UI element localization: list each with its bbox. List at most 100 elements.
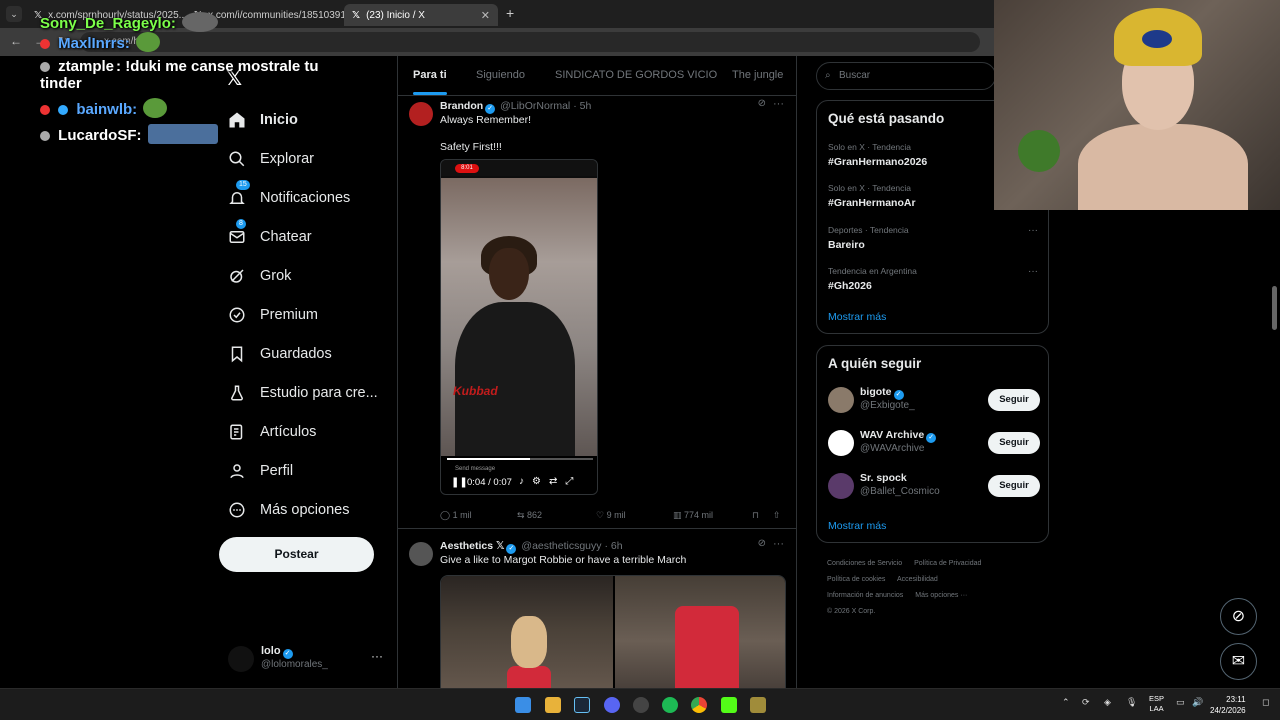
tweet-time[interactable]: · 5h xyxy=(573,100,591,112)
sidebar-item-notificaciones[interactable]: 15 Notificaciones xyxy=(224,178,394,217)
kick-icon[interactable] xyxy=(721,697,737,713)
sidebar-item-estudio[interactable]: Estudio para cre... xyxy=(224,373,394,412)
back-icon[interactable]: ← xyxy=(10,34,22,48)
follow-suggestion[interactable]: Sr. spock @Ballet_Cosmico Seguir xyxy=(828,472,1040,502)
chrome-icon[interactable] xyxy=(691,697,707,713)
footer-link[interactable]: Información de anuncios xyxy=(827,592,903,599)
tweet[interactable]: Brandon ✓ @LibOrNormal · 5h ⊘ ··· Always … xyxy=(398,98,796,528)
tweet-photo[interactable] xyxy=(441,576,613,688)
sidebar-item-guardados[interactable]: Guardados xyxy=(224,334,394,373)
tab-para-ti[interactable]: Para ti xyxy=(413,69,447,95)
timeline: Para ti Siguiendo SINDICATO DE GORDOS VI… xyxy=(397,56,797,688)
profile-more-icon[interactable]: ··· xyxy=(371,649,383,663)
chat-icon xyxy=(226,226,248,248)
tab-siguiendo[interactable]: Siguiendo xyxy=(476,69,525,81)
app-icon[interactable] xyxy=(633,697,649,713)
avatar[interactable] xyxy=(409,542,433,566)
post-button[interactable]: Postear xyxy=(219,537,374,572)
tweet-handle[interactable]: @LibOrNormal xyxy=(500,100,570,112)
follow-button[interactable]: Seguir xyxy=(988,475,1040,497)
discord-icon[interactable] xyxy=(604,697,620,713)
windows-start-icon[interactable] xyxy=(515,697,531,713)
grok-fab-button[interactable]: ⊘ xyxy=(1220,598,1257,635)
follow-suggestion[interactable]: WAV Archive ✓ @WAVArchive Seguir xyxy=(828,429,1040,459)
profile-handle: @lolomorales_ xyxy=(261,659,328,670)
close-tab-icon[interactable]: ✕ xyxy=(481,9,490,22)
video-player[interactable]: 8:01 Kubbad Send message ❚❚ 0:04 / 0:07 … xyxy=(440,159,598,495)
send-message-label: Send message xyxy=(455,466,496,472)
sidebar-item-premium[interactable]: Premium xyxy=(224,295,394,334)
repost-button[interactable]: ⇆ 862 xyxy=(517,510,542,521)
tray-app-icon[interactable]: ⟳ xyxy=(1082,697,1090,708)
system-clock[interactable]: 23:11 24/2/2026 xyxy=(1210,694,1246,716)
spotify-icon[interactable] xyxy=(662,697,678,713)
sidebar-item-perfil[interactable]: Perfil xyxy=(224,451,394,490)
app-icon[interactable] xyxy=(750,697,766,713)
microphone-icon[interactable]: 🎙 xyxy=(1126,697,1137,708)
tray-app-icon[interactable]: ◈ xyxy=(1104,697,1111,708)
follow-button[interactable]: Seguir xyxy=(988,432,1040,454)
grok-icon[interactable]: ⊘ xyxy=(758,98,766,109)
timeline-tabs: Para ti Siguiendo SINDICATO DE GORDOS VI… xyxy=(398,56,796,96)
share-icon[interactable]: ⇧ xyxy=(773,510,781,521)
footer-links: Condiciones de Servicio Política de Priv… xyxy=(827,556,1047,620)
scrollbar[interactable] xyxy=(1272,286,1277,330)
file-explorer-icon[interactable] xyxy=(545,697,561,713)
grok-icon[interactable]: ⊘ xyxy=(758,538,766,549)
tab-the-jungle[interactable]: The jungle xyxy=(732,69,783,81)
tweet-text: Always Remember! xyxy=(440,114,532,126)
network-icon[interactable]: ▭ xyxy=(1176,697,1185,708)
tweet-author[interactable]: Aesthetics 𝕏 xyxy=(440,540,504,552)
tweet-more-icon[interactable]: ··· xyxy=(773,98,784,110)
stream-chat-overlay: Sony_De_Rageylo: MaxlInrrs: ztample: !du… xyxy=(40,12,340,150)
footer-link[interactable]: Accesibilidad xyxy=(897,576,938,583)
notifications-icon[interactable]: ◻ xyxy=(1262,697,1269,708)
messages-fab-button[interactable]: ✉ xyxy=(1220,643,1257,680)
follow-button[interactable]: Seguir xyxy=(988,389,1040,411)
footer-link[interactable]: Política de Privacidad xyxy=(914,560,981,567)
like-button[interactable]: ♡ 9 mil xyxy=(596,510,626,521)
language-indicator[interactable]: ESP LAA xyxy=(1149,694,1164,714)
tweet[interactable]: Aesthetics 𝕏 ✓ @aestheticsguyy · 6h ⊘ ···… xyxy=(398,538,796,688)
bookmark-icon[interactable]: ⊓ xyxy=(752,510,759,521)
video-control-icons[interactable]: ♪⚙⇄⤢ xyxy=(519,476,581,487)
new-tab-button[interactable]: + xyxy=(506,5,514,21)
pepe-emote-icon xyxy=(143,98,168,118)
show-more-link[interactable]: Mostrar más xyxy=(828,311,886,323)
views-button[interactable]: ▥ 774 mil xyxy=(673,510,713,521)
tweet-author[interactable]: Brandon xyxy=(440,100,483,112)
tweet-more-icon[interactable]: ··· xyxy=(773,538,784,550)
footer-link[interactable]: Condiciones de Servicio xyxy=(827,560,902,567)
tweet-photo[interactable] xyxy=(615,576,785,688)
reply-button[interactable]: ◯ 1 mil xyxy=(440,510,472,521)
browser-tab-3[interactable]: 𝕏 (23) Inicio / X ✕ xyxy=(344,4,498,26)
tweet-media[interactable] xyxy=(440,575,786,688)
steam-icon[interactable] xyxy=(574,697,590,713)
footer-link[interactable]: Más opciones ··· xyxy=(915,592,967,599)
tweet-text: Safety First!!! xyxy=(440,141,502,153)
search-input[interactable]: ⌕ Buscar xyxy=(816,62,996,90)
tab-search-button[interactable]: ⌄ xyxy=(6,6,22,22)
sidebar-item-mas-opciones[interactable]: Más opciones xyxy=(224,490,394,529)
avatar xyxy=(828,387,854,413)
trend-item[interactable]: Deportes · Tendencia Bareiro ··· xyxy=(828,225,1038,251)
tweet-time[interactable]: · 6h xyxy=(604,540,622,552)
video-time: 0:04 / 0:07 xyxy=(467,477,512,488)
footer-link[interactable]: Política de cookies xyxy=(827,576,885,583)
sidebar-item-chatear[interactable]: 8 Chatear xyxy=(224,217,394,256)
trend-item[interactable]: Tendencia en Argentina #Gh2026 ··· xyxy=(828,266,1038,292)
tab-sindicato[interactable]: SINDICATO DE GORDOS VICIO xyxy=(555,69,717,81)
sidebar-item-grok[interactable]: Grok xyxy=(224,256,394,295)
account-switcher[interactable]: lolo ✓ @lolomorales_ ··· xyxy=(228,644,388,674)
follow-suggestion[interactable]: bigote ✓ @Exbigote_ Seguir xyxy=(828,386,1040,416)
tweet-handle[interactable]: @aestheticsguyy xyxy=(521,540,601,552)
tray-chevron-icon[interactable]: ⌃ xyxy=(1062,697,1070,708)
show-more-link[interactable]: Mostrar más xyxy=(828,520,886,532)
video-progress-bar[interactable] xyxy=(447,458,593,460)
trend-more-icon[interactable]: ··· xyxy=(1028,266,1038,277)
pause-icon[interactable]: ❚❚ xyxy=(451,477,468,488)
volume-icon[interactable]: 🔊 xyxy=(1192,697,1203,708)
avatar[interactable] xyxy=(409,102,433,126)
sidebar-item-articulos[interactable]: Artículos xyxy=(224,412,394,451)
trend-more-icon[interactable]: ··· xyxy=(1028,225,1038,236)
